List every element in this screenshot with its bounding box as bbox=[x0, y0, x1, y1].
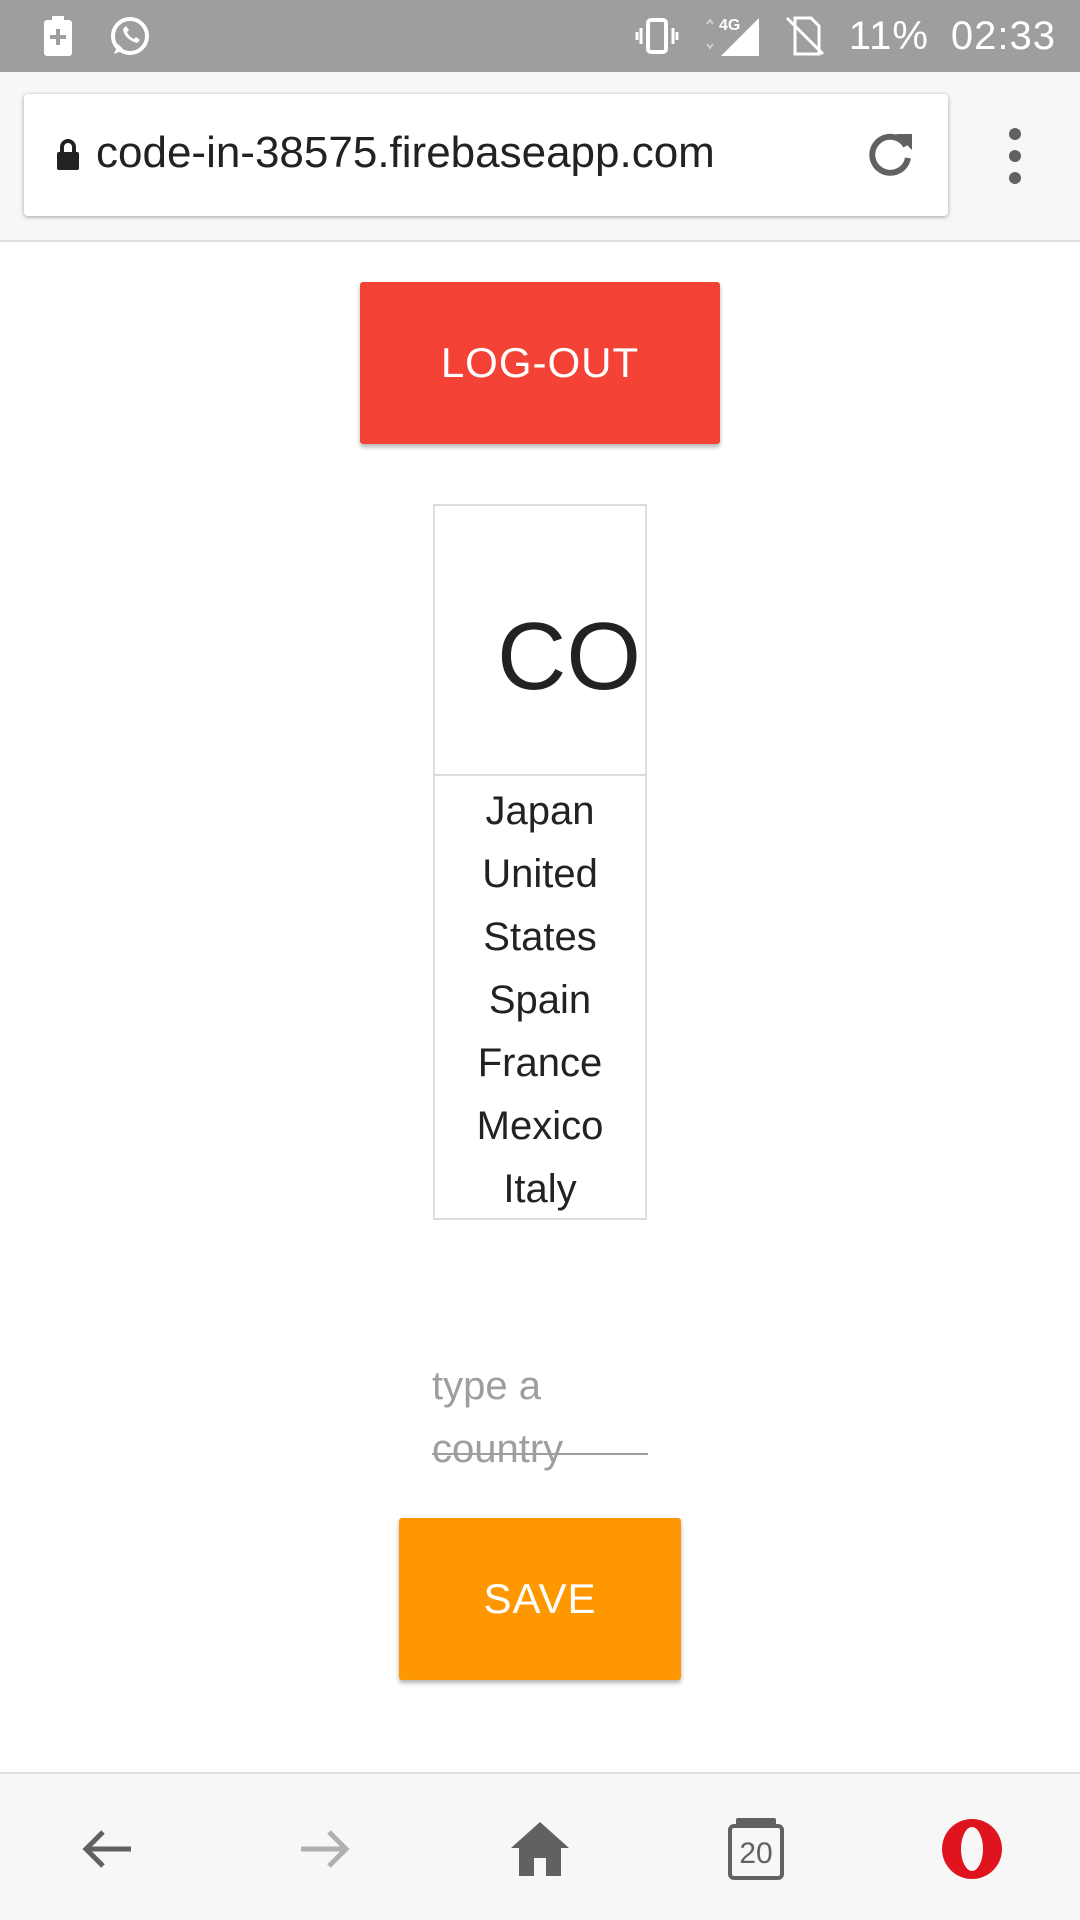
whatsapp-icon bbox=[111, 17, 149, 55]
table-header-label: COUNTRY bbox=[497, 603, 645, 710]
battery-percent: 11% bbox=[848, 13, 929, 58]
home-icon[interactable] bbox=[505, 1814, 575, 1884]
tabs-count: 20 bbox=[739, 1837, 772, 1870]
url-text[interactable]: code-in-38575.firebaseapp.com bbox=[96, 128, 715, 178]
browser-toolbar: code-in-38575.firebaseapp.com bbox=[0, 72, 1080, 242]
no-sim-icon bbox=[785, 16, 824, 56]
table-row: Japan bbox=[485, 789, 595, 833]
table-row: France bbox=[477, 1041, 603, 1085]
table-row: United States bbox=[482, 852, 598, 959]
vibrate-icon bbox=[635, 18, 679, 54]
logout-button[interactable]: LOG-OUT bbox=[360, 282, 720, 444]
signal-4g-icon: 4G bbox=[705, 17, 759, 56]
table-body: Japan United States Spain France Mexico … bbox=[435, 780, 645, 1218]
save-button[interactable]: SAVE bbox=[399, 1518, 681, 1680]
table-row: Spain bbox=[488, 978, 592, 1022]
country-input-placeholder: type a country bbox=[432, 1364, 564, 1471]
battery-saver-icon bbox=[44, 16, 72, 56]
overflow-menu-icon[interactable] bbox=[990, 124, 1040, 194]
status-bar: 4G 11% 02:33 bbox=[0, 0, 1080, 72]
lock-icon bbox=[57, 139, 79, 170]
bottom-navigation: 20 bbox=[0, 1772, 1080, 1920]
country-input[interactable]: type a country bbox=[432, 1355, 648, 1471]
table-header: COUNTRY bbox=[435, 506, 645, 776]
reload-icon[interactable] bbox=[862, 126, 918, 182]
clock: 02:33 bbox=[950, 13, 1056, 58]
table-row: Mexico bbox=[476, 1104, 604, 1148]
svg-text:4G: 4G bbox=[719, 17, 740, 34]
back-arrow-icon[interactable] bbox=[73, 1814, 143, 1884]
forward-arrow-icon[interactable] bbox=[289, 1814, 359, 1884]
address-bar[interactable]: code-in-38575.firebaseapp.com bbox=[24, 94, 948, 216]
table-row: Italy bbox=[503, 1167, 577, 1211]
country-table: COUNTRY Japan United States Spain France… bbox=[433, 504, 647, 1220]
tabs-icon[interactable]: 20 bbox=[721, 1814, 791, 1884]
opera-menu-icon[interactable] bbox=[937, 1814, 1007, 1884]
